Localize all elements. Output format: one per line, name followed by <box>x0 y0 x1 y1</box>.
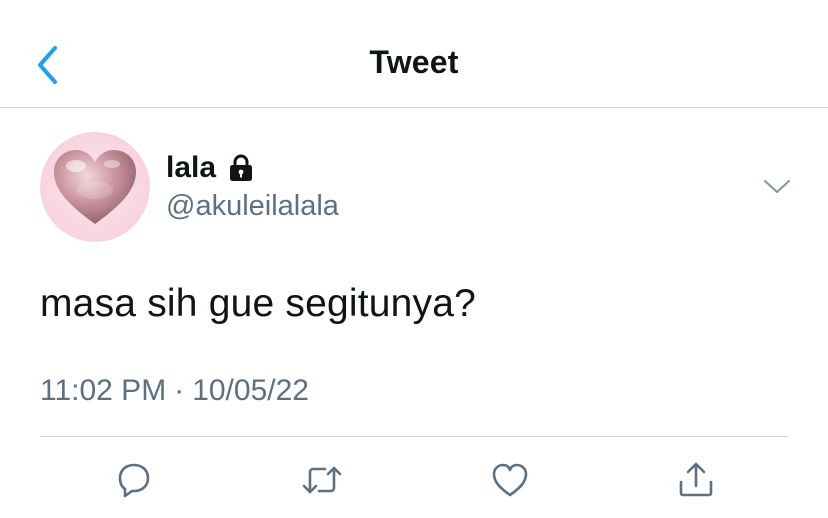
avatar[interactable] <box>40 132 150 242</box>
tweet-time: 11:02 PM <box>40 374 167 407</box>
retweet-button[interactable] <box>300 458 344 502</box>
author-name-row: lala <box>166 150 339 186</box>
tweet-detail-screen: Tweet lala @akuleilalala masa sih gue se… <box>0 0 828 518</box>
tweet-timestamp: 11:02 PM · 10/05/22 <box>40 374 309 408</box>
reply-icon <box>118 463 150 498</box>
tweet-date: 10/05/22 <box>192 374 309 407</box>
top-bar: Tweet <box>0 0 828 108</box>
share-icon <box>679 462 713 497</box>
author-handle: @akuleilalala <box>166 190 339 222</box>
meta-separator: · <box>174 374 185 407</box>
tweet-text: masa sih gue segitunya? <box>40 282 477 325</box>
more-options-button[interactable] <box>760 174 794 198</box>
share-button[interactable] <box>674 458 718 502</box>
author-name: lala <box>166 151 217 184</box>
divider <box>40 436 788 437</box>
lock-icon <box>228 154 254 182</box>
like-button[interactable] <box>488 458 532 502</box>
author-info[interactable]: lala @akuleilalala <box>166 150 339 223</box>
heart-avatar-image <box>40 132 150 242</box>
page-title: Tweet <box>369 44 459 80</box>
reply-button[interactable] <box>112 458 156 502</box>
chevron-down-icon <box>763 179 791 194</box>
like-icon <box>492 463 528 497</box>
retweet-icon <box>302 466 342 494</box>
